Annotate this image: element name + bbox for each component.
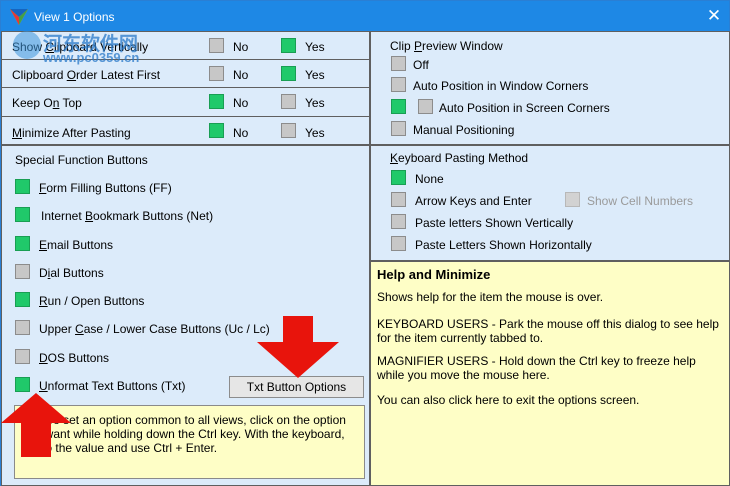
clip-preview-window-corners-checkbox[interactable] [391, 77, 406, 92]
clip-preview-panel: Clip Preview Window Off Auto Position in… [370, 31, 730, 145]
option-label: Clipboard Order Latest First [12, 68, 161, 82]
arrow-up-icon [1, 393, 71, 457]
option-row-clipboard-vertically: Show Clipboard Vertically No Yes [2, 32, 369, 60]
unformat-text-checkbox[interactable] [15, 377, 30, 392]
help-title: Help and Minimize [377, 267, 491, 282]
keyboard-pasting-heading: Keyboard Pasting Method [390, 151, 529, 165]
run-open-label: Run / Open Buttons [39, 294, 145, 308]
show-cell-numbers-label: Show Cell Numbers [587, 194, 694, 208]
no-label: No [233, 40, 249, 54]
options-panel: Show Clipboard Vertically No Yes Clipboa… [1, 31, 370, 145]
clip-preview-heading: Clip Preview Window [390, 39, 503, 53]
close-icon[interactable]: ✕ [703, 6, 725, 26]
yes-label: Yes [305, 40, 325, 54]
yes-label: Yes [305, 126, 325, 140]
clip-preview-manual-label: Manual Positioning [413, 123, 515, 137]
option-label: Show Clipboard Vertically [12, 40, 149, 54]
clip-preview-screen-corners-checkbox[interactable] [391, 99, 406, 114]
no-label: No [233, 96, 249, 110]
keyboard-none-checkbox[interactable] [391, 170, 406, 185]
no-checkbox[interactable] [209, 94, 224, 109]
no-checkbox[interactable] [209, 66, 224, 81]
keyboard-none-label: None [415, 172, 444, 186]
upper-lower-case-checkbox[interactable] [15, 320, 30, 335]
help-text-4: You can also click here to exit the opti… [377, 393, 640, 407]
email-checkbox[interactable] [15, 236, 30, 251]
form-filling-checkbox[interactable] [15, 179, 30, 194]
option-row-minimize-after-pasting: Minimize After Pasting No Yes [2, 117, 369, 145]
no-label: No [233, 68, 249, 82]
dial-label: Dial Buttons [39, 266, 104, 280]
form-filling-label: Form Filling Buttons (FF) [39, 181, 172, 195]
arrow-keys-label: Arrow Keys and Enter [415, 194, 532, 208]
title-bar: View 1 Options ✕ [1, 1, 729, 31]
help-panel[interactable]: Help and Minimize Shows help for the ite… [370, 261, 730, 486]
dial-checkbox[interactable] [15, 264, 30, 279]
yes-label: Yes [305, 96, 325, 110]
help-text-1: Shows help for the item the mouse is ove… [377, 290, 604, 304]
txt-button-options-button[interactable]: Txt Button Options [229, 376, 364, 398]
help-text-2: KEYBOARD USERS - Park the mouse off this… [377, 317, 719, 345]
email-label: Email Buttons [39, 238, 114, 252]
yes-checkbox[interactable] [281, 123, 296, 138]
app-logo-icon [10, 9, 28, 25]
clip-preview-screen-corners-label: Auto Position in Screen Corners [439, 101, 610, 115]
yes-label: Yes [305, 68, 325, 82]
internet-bookmark-label: Internet Bookmark Buttons (Net) [41, 209, 214, 223]
special-function-heading: Special Function Buttons [15, 153, 148, 167]
dos-label: DOS Buttons [39, 351, 110, 365]
no-label: No [233, 126, 249, 140]
show-cell-numbers-checkbox[interactable] [565, 192, 580, 207]
clip-preview-manual-checkbox[interactable] [391, 121, 406, 136]
run-open-checkbox[interactable] [15, 292, 30, 307]
clip-preview-window-corners-label: Auto Position in Window Corners [413, 79, 589, 93]
window-title: View 1 Options [34, 10, 115, 24]
yes-checkbox[interactable] [281, 66, 296, 81]
tip-text: TIP: To set an option common to all view… [22, 413, 346, 455]
options-window: View 1 Options ✕ Show Clipboard Vertical… [0, 0, 730, 486]
upper-lower-case-label: Upper Case / Lower Case Buttons (Uc / Lc… [39, 322, 270, 336]
option-row-keep-on-top: Keep On Top No Yes [2, 88, 369, 117]
yes-checkbox[interactable] [281, 38, 296, 53]
paste-horizontally-label: Paste Letters Shown Horizontally [415, 238, 592, 252]
option-label: Keep On Top [12, 96, 82, 110]
dos-checkbox[interactable] [15, 349, 30, 364]
unformat-text-label: Unformat Text Buttons (Txt) [39, 379, 186, 393]
paste-vertically-label: Paste letters Shown Vertically [415, 216, 574, 230]
internet-bookmark-checkbox[interactable] [15, 207, 30, 222]
help-text-3: MAGNIFIER USERS - Hold down the Ctrl key… [377, 354, 696, 382]
clip-preview-screen-corners-sub-checkbox[interactable] [418, 99, 433, 114]
clip-preview-off-checkbox[interactable] [391, 56, 406, 71]
keyboard-pasting-panel: Keyboard Pasting Method None Arrow Keys … [370, 145, 730, 261]
option-row-order-latest-first: Clipboard Order Latest First No Yes [2, 60, 369, 88]
paste-horizontally-checkbox[interactable] [391, 236, 406, 251]
arrow-keys-checkbox[interactable] [391, 192, 406, 207]
no-checkbox[interactable] [209, 123, 224, 138]
paste-vertically-checkbox[interactable] [391, 214, 406, 229]
arrow-down-icon [257, 316, 339, 378]
option-label: Minimize After Pasting [12, 126, 131, 140]
yes-checkbox[interactable] [281, 94, 296, 109]
no-checkbox[interactable] [209, 38, 224, 53]
clip-preview-off-label: Off [413, 58, 429, 72]
